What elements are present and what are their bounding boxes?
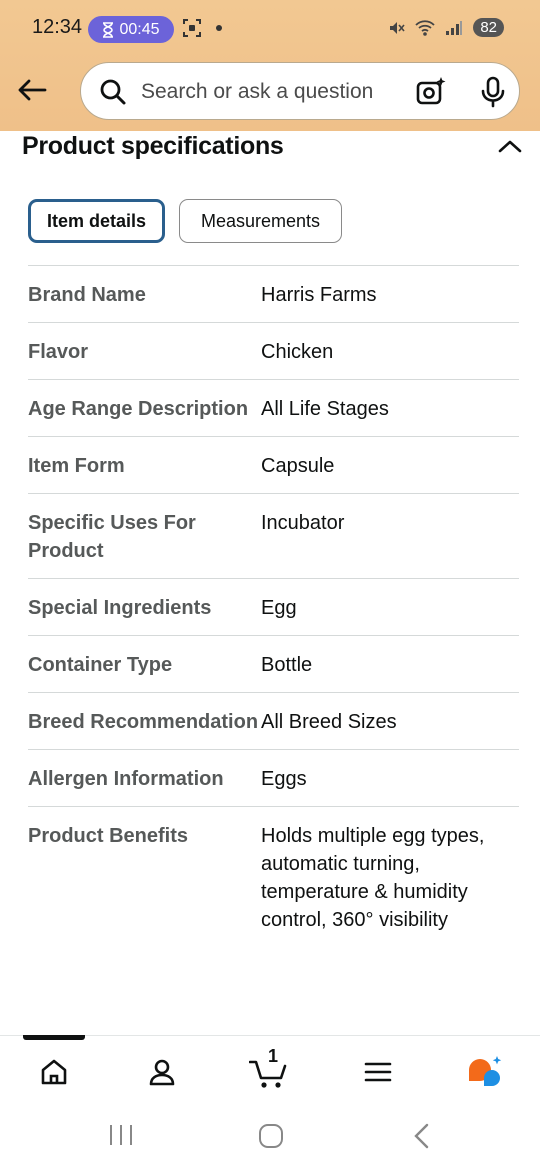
spec-key: Product Benefits [28,825,189,847]
nav-home[interactable] [34,1052,74,1092]
spec-key: Flavor [28,341,89,363]
table-row: Product Benefits Holds multiple egg type… [28,807,519,947]
table-row: Age Range Description All Life Stages [28,380,519,437]
spec-tabs: Item details Measurements [28,199,342,243]
table-row: Breed Recommendation All Breed Sizes [28,693,519,750]
microphone-icon[interactable] [479,76,507,108]
home-icon [41,1059,67,1085]
spec-value: Incubator [261,512,345,534]
spec-table: Brand Name Harris Farms Flavor Chicken A… [28,265,519,947]
timer-chip: 00:45 [88,16,174,43]
spec-value: All Breed Sizes [261,711,397,733]
table-row: Item Form Capsule [28,437,519,494]
status-bar: 12:34 00:45 82 [0,0,540,58]
search-bar[interactable] [80,62,520,120]
timer-text: 00:45 [119,20,160,38]
spec-value: Eggs [261,768,307,790]
chevron-up-icon [498,140,522,153]
table-row: Flavor Chicken [28,323,519,380]
table-row: Container Type Bottle [28,636,519,693]
battery-level: 82 [473,18,504,37]
dot-icon [216,25,222,31]
nav-cart[interactable]: 1 [248,1046,292,1092]
table-row: Allergen Information Eggs [28,750,519,807]
bottom-nav: 1 [0,1035,540,1104]
table-row: Specific Uses For Product Incubator [28,494,519,579]
collapse-button[interactable] [496,134,524,158]
nav-menu[interactable] [358,1052,398,1092]
spec-value: Chicken [261,341,334,363]
search-input[interactable] [139,75,403,109]
wifi-icon [415,19,435,36]
mute-icon [390,21,405,34]
spec-key: Allergen Information [28,768,224,790]
nav-account[interactable] [142,1052,182,1092]
table-row: Brand Name Harris Farms [28,266,519,323]
spec-value: Egg [261,597,297,619]
system-back-icon[interactable] [412,1123,432,1149]
tab-measurements[interactable]: Measurements [179,199,342,243]
spec-value: All Life Stages [261,398,389,420]
table-row: Special Ingredients Egg [28,579,519,636]
spec-value: Holds multiple egg types, automatic turn… [261,825,485,931]
back-button[interactable] [14,72,50,108]
search-icon [100,79,126,105]
account-icon [149,1059,175,1086]
home-circle-icon[interactable] [258,1123,284,1149]
nav-rufus[interactable] [466,1052,506,1092]
spec-key: Special Ingredients [28,597,212,619]
spec-key: Item Form [28,455,125,477]
section-title: Product specifications [22,132,284,160]
app-header: 12:34 00:45 82 Search or ask a question [0,0,540,131]
active-tab-indicator [23,1035,85,1040]
camera-search-icon[interactable] [415,76,447,108]
status-time: 12:34 [32,16,83,38]
screenshot-icon [183,19,201,37]
spec-key: Brand Name [28,284,146,306]
cart-count-badge: 1 [268,1046,279,1066]
spec-key: Container Type [28,654,173,676]
spec-value: Harris Farms [261,284,377,306]
menu-icon [364,1062,392,1082]
spec-value: Bottle [261,654,313,676]
system-nav-bar [0,1103,540,1170]
status-right-icons: 82 [387,18,504,37]
hourglass-icon [103,21,114,38]
status-extra-icons [182,18,222,38]
tab-item-details[interactable]: Item details [28,199,165,243]
rufus-icon [469,1056,502,1086]
spec-key: Age Range Description [28,398,249,420]
spec-value: Capsule [261,455,335,477]
spec-key: Breed Recommendation [28,711,259,733]
arrow-left-icon [18,79,47,101]
signal-icon [446,20,463,35]
spec-key: Specific Uses For Product [28,512,196,562]
recent-apps-icon[interactable] [108,1123,134,1147]
